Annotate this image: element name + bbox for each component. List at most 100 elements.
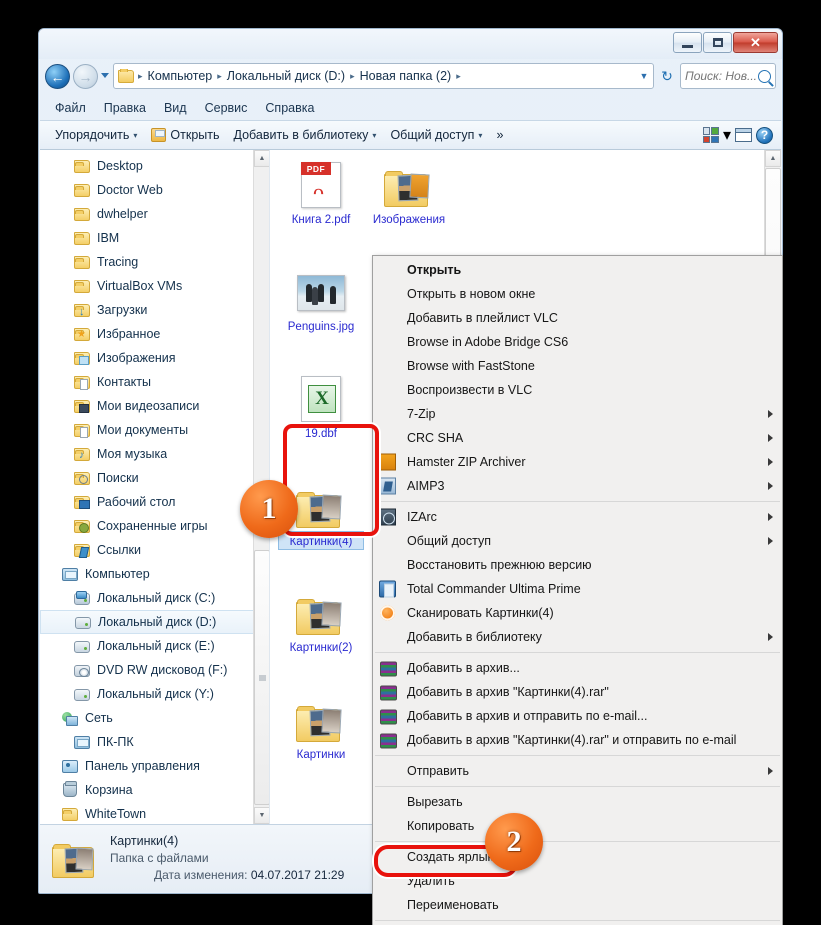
sidebar-item-0[interactable]: Desktop: [40, 154, 269, 178]
back-button[interactable]: ←: [45, 64, 70, 89]
minimize-button[interactable]: [673, 32, 702, 53]
open-button[interactable]: Открыть: [144, 125, 226, 145]
sidebar-item-24[interactable]: ПК-ПК: [40, 730, 269, 754]
context-menu-item[interactable]: IZArc: [373, 505, 782, 529]
menu-item-icon: [379, 684, 396, 701]
sidebar-item-3[interactable]: IBM: [40, 226, 269, 250]
sidebar-item-8[interactable]: Изображения: [40, 346, 269, 370]
sidebar-item-17[interactable]: Компьютер: [40, 562, 269, 586]
scroll-down-button[interactable]: ▼: [254, 807, 270, 824]
sidebar-item-11[interactable]: Мои документы: [40, 418, 269, 442]
context-menu-item[interactable]: Вырезать: [373, 790, 782, 814]
scroll-up-button[interactable]: ▲: [765, 150, 781, 167]
context-menu-item[interactable]: Добавить в архив "Картинки(4).rar" и отп…: [373, 728, 782, 752]
refresh-button[interactable]: ↻: [656, 64, 678, 88]
address-bar[interactable]: ▸ Компьютер ▸ Локальный диск (D:) ▸ Нова…: [113, 63, 654, 89]
search-box[interactable]: [680, 63, 776, 89]
sidebar-item-25[interactable]: Панель управления: [40, 754, 269, 778]
context-menu-item[interactable]: Добавить в архив...: [373, 656, 782, 680]
sidebar-item-18[interactable]: Локальный диск (C:): [40, 586, 269, 610]
context-menu-item[interactable]: Воспроизвести в VLC: [373, 378, 782, 402]
context-menu-item[interactable]: Добавить в архив "Картинки(4).rar": [373, 680, 782, 704]
add-to-library-button[interactable]: Добавить в библиотеку ▾: [227, 125, 384, 145]
menu-file[interactable]: Файл: [47, 98, 94, 118]
sidebar-item-label: Doctor Web: [97, 183, 163, 197]
sidebar-item-4[interactable]: Tracing: [40, 250, 269, 274]
context-menu-item[interactable]: Отправить: [373, 759, 782, 783]
sidebar-item-27[interactable]: WhiteTown: [40, 802, 269, 824]
context-menu-item[interactable]: Общий доступ: [373, 529, 782, 553]
sidebar-item-label: DVD RW дисковод (F:): [97, 663, 227, 677]
address-dropdown-icon[interactable]: ▼: [635, 71, 653, 81]
sidebar-item-22[interactable]: Локальный диск (Y:): [40, 682, 269, 706]
details-modified: Дата изменения: 04.07.2017 21:29: [110, 867, 344, 884]
context-menu-item[interactable]: CRC SHA: [373, 426, 782, 450]
forward-button[interactable]: →: [73, 64, 98, 89]
search-input[interactable]: [685, 69, 758, 83]
context-menu-item[interactable]: Добавить в архив и отправить по e-mail..…: [373, 704, 782, 728]
breadcrumb-item-drive-d[interactable]: Локальный диск (D:): [224, 69, 348, 83]
sidebar-item-6[interactable]: Загрузки: [40, 298, 269, 322]
context-menu-item[interactable]: Открыть в новом окне: [373, 282, 782, 306]
sidebar-item-label: dwhelper: [97, 207, 148, 221]
file-item[interactable]: Картинки(2): [277, 584, 365, 691]
sidebar-item-13[interactable]: Поиски: [40, 466, 269, 490]
sidebar-item-12[interactable]: Моя музыка: [40, 442, 269, 466]
context-menu-item[interactable]: Восстановить прежнюю версию: [373, 553, 782, 577]
context-menu-item[interactable]: Добавить в библиотеку: [373, 625, 782, 649]
sidebar-item-19[interactable]: Локальный диск (D:): [40, 610, 269, 634]
breadcrumb-sep-icon: ▸: [348, 71, 357, 82]
context-menu-label: Добавить в библиотеку: [407, 630, 542, 644]
context-menu-item[interactable]: Открыть: [373, 258, 782, 282]
sidebar-item-7[interactable]: Избранное: [40, 322, 269, 346]
sidebar-item-2[interactable]: dwhelper: [40, 202, 269, 226]
nav-scroll-thumb[interactable]: [254, 550, 270, 805]
history-dropdown-icon[interactable]: [101, 73, 109, 78]
sidebar-item-1[interactable]: Doctor Web: [40, 178, 269, 202]
sidebar-item-9[interactable]: Контакты: [40, 370, 269, 394]
menu-help[interactable]: Справка: [257, 98, 322, 118]
context-menu-item[interactable]: Сканировать Картинки(4): [373, 601, 782, 625]
chevron-down-icon[interactable]: ▾: [723, 125, 731, 145]
file-item[interactable]: Penguins.jpg: [277, 263, 365, 370]
sidebar-item-20[interactable]: Локальный диск (E:): [40, 634, 269, 658]
sidebar-item-21[interactable]: DVD RW дисковод (F:): [40, 658, 269, 682]
file-item[interactable]: Картинки: [277, 691, 365, 798]
sidebar-item-14[interactable]: Рабочий стол: [40, 490, 269, 514]
context-menu-label: Вырезать: [407, 795, 463, 809]
file-item[interactable]: PDFᴖКнига 2.pdf: [277, 156, 365, 263]
sidebar-item-10[interactable]: Мои видеозаписи: [40, 394, 269, 418]
scroll-up-button[interactable]: ▲: [254, 150, 270, 167]
change-view-icon[interactable]: [703, 127, 719, 143]
maximize-button[interactable]: [703, 32, 732, 53]
context-menu-item[interactable]: Total Commander Ultima Prime: [373, 577, 782, 601]
context-menu-item[interactable]: Переименовать: [373, 893, 782, 917]
context-menu-item[interactable]: Hamster ZIP Archiver: [373, 450, 782, 474]
sidebar-item-16[interactable]: Ссылки: [40, 538, 269, 562]
context-menu-item[interactable]: 7-Zip: [373, 402, 782, 426]
context-menu-item[interactable]: Добавить в плейлист VLC: [373, 306, 782, 330]
sidebar-item-5[interactable]: VirtualBox VMs: [40, 274, 269, 298]
file-label: Изображения: [367, 214, 451, 227]
sidebar-item-26[interactable]: Корзина: [40, 778, 269, 802]
menu-view[interactable]: Вид: [156, 98, 195, 118]
overflow-button[interactable]: »: [489, 125, 510, 145]
sidebar-item-15[interactable]: Сохраненные игры: [40, 514, 269, 538]
help-icon[interactable]: ?: [756, 127, 773, 144]
menu-edit[interactable]: Правка: [96, 98, 154, 118]
menu-item-icon: [379, 509, 396, 526]
context-menu-item[interactable]: Browse in Adobe Bridge CS6: [373, 330, 782, 354]
breadcrumb-item-computer[interactable]: Компьютер: [145, 69, 216, 83]
menu-tools[interactable]: Сервис: [197, 98, 256, 118]
close-button[interactable]: ✕: [733, 32, 778, 53]
context-menu-label: AIMP3: [407, 479, 445, 493]
organize-button[interactable]: Упорядочить ▾: [48, 125, 144, 145]
context-menu-item[interactable]: Browse with FastStone: [373, 354, 782, 378]
file-item[interactable]: Изображения: [365, 156, 453, 263]
sidebar-item-23[interactable]: Сеть: [40, 706, 269, 730]
preview-pane-icon[interactable]: [735, 128, 752, 142]
breadcrumb-item-folder[interactable]: Новая папка (2): [357, 69, 455, 83]
share-button[interactable]: Общий доступ ▾: [383, 125, 489, 145]
context-menu-item[interactable]: AIMP3: [373, 474, 782, 498]
context-menu-item[interactable]: Копировать: [373, 814, 782, 838]
